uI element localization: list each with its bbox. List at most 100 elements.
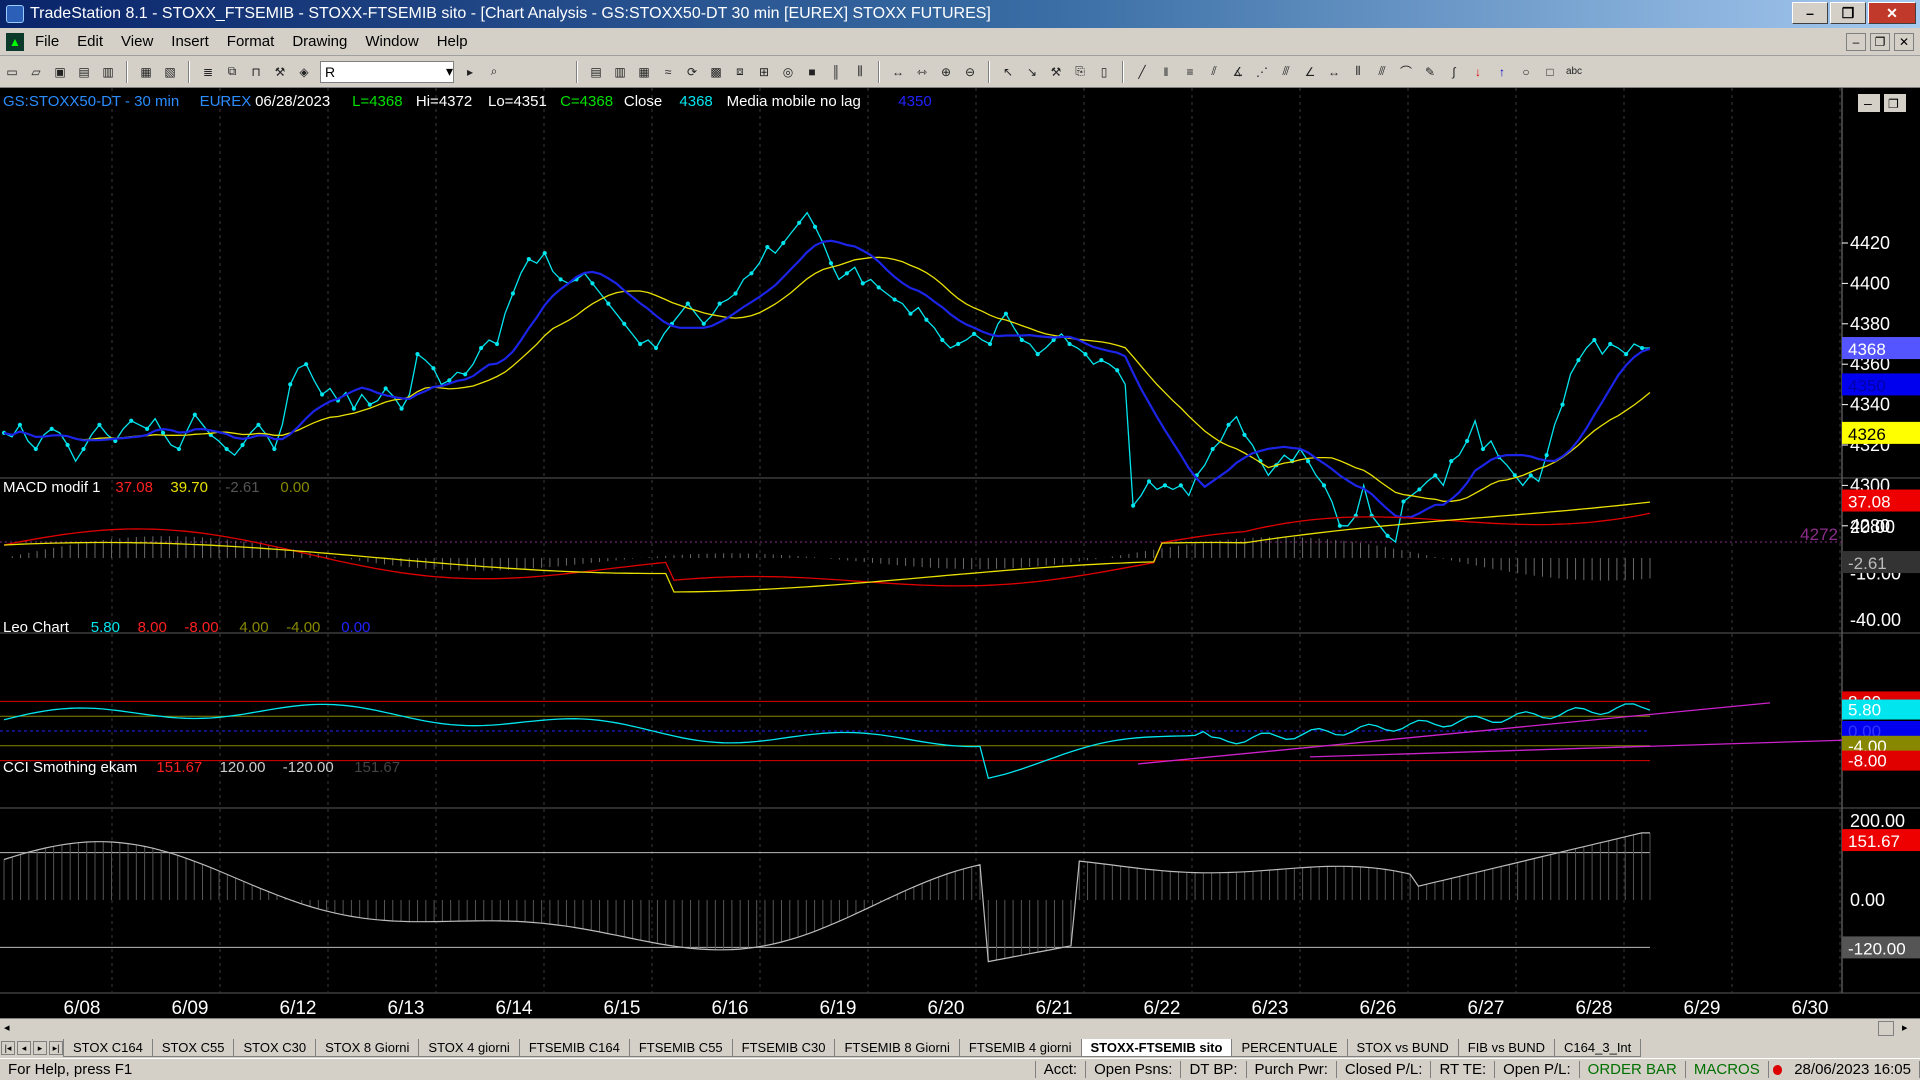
compress-icon[interactable]: ↔ bbox=[888, 62, 908, 82]
menu-file[interactable]: File bbox=[26, 33, 68, 50]
open-icon[interactable]: ▱ bbox=[26, 62, 46, 82]
tab-ftsemib-c55[interactable]: FTSEMIB C55 bbox=[628, 1039, 733, 1057]
arrow-both-icon[interactable]: ↔ bbox=[1324, 62, 1344, 82]
new-icon[interactable]: ▭ bbox=[2, 62, 22, 82]
restore-button[interactable]: ❐ bbox=[1830, 2, 1866, 24]
apps-icon[interactable]: ◈ bbox=[294, 62, 314, 82]
lock-icon[interactable]: ⊓ bbox=[246, 62, 266, 82]
horizontal-scrollbar[interactable]: ◂ ▸ bbox=[0, 1018, 1920, 1038]
zoom-out-icon[interactable]: ⊖ bbox=[960, 62, 980, 82]
chart-analysis-window[interactable]: GS:STOXX50-DT - 30 min EUREX 06/28/2023 L=4… bbox=[0, 88, 1920, 1018]
tab-ftsemib-c164[interactable]: FTSEMIB C164 bbox=[518, 1039, 630, 1057]
scroll-thumb[interactable] bbox=[1878, 1021, 1894, 1036]
mdi-close-icon[interactable]: ✕ bbox=[1894, 32, 1914, 51]
tab-ftsemib-4-giorni[interactable]: FTSEMIB 4 giorni bbox=[958, 1039, 1082, 1057]
chart-style-icon[interactable]: ▥ bbox=[610, 62, 630, 82]
rectangle-icon[interactable]: □ bbox=[1540, 62, 1560, 82]
tab-stox-8-giorni[interactable]: STOX 8 Giorni bbox=[315, 1039, 420, 1057]
save-icon[interactable]: ▦ bbox=[136, 62, 156, 82]
open-workspace-icon[interactable]: ▣ bbox=[50, 62, 70, 82]
tab-stox-c164[interactable]: STOX C164 bbox=[63, 1039, 153, 1057]
play-icon[interactable]: ▸ bbox=[460, 62, 480, 82]
pointer-icon[interactable]: ↖ bbox=[998, 62, 1018, 82]
strategy-icon[interactable]: ⎘ bbox=[1070, 62, 1090, 82]
arrow-down-icon[interactable]: ↓ bbox=[1468, 62, 1488, 82]
fan-icon[interactable]: ⋰ bbox=[1252, 62, 1272, 82]
gann-icon[interactable]: ∠ bbox=[1300, 62, 1320, 82]
tab-next-icon[interactable]: ▸ bbox=[33, 1041, 47, 1055]
ellipse-icon[interactable]: ○ bbox=[1516, 62, 1536, 82]
pencil-icon[interactable]: ✎ bbox=[1420, 62, 1440, 82]
tab-ftsemib-c30[interactable]: FTSEMIB C30 bbox=[731, 1039, 836, 1057]
cycle-icon[interactable]: ⟳ bbox=[682, 62, 702, 82]
mark-icon[interactable]: ▯ bbox=[1094, 62, 1114, 82]
fib-icon[interactable]: ⫻ bbox=[1276, 62, 1296, 82]
print-icon[interactable]: ▧ bbox=[160, 62, 180, 82]
mdi-restore-icon[interactable]: ❐ bbox=[1870, 32, 1890, 51]
tab-c164-3-int[interactable]: C164_3_Int bbox=[1554, 1039, 1642, 1057]
copy-icon[interactable]: ▤ bbox=[74, 62, 94, 82]
chart-canvas[interactable]: GS:STOXX50-DT - 30 min EUREX 06/28/2023 L=4… bbox=[0, 88, 1920, 1018]
expand-icon[interactable]: ⇿ bbox=[912, 62, 932, 82]
bars-icon[interactable]: ║ bbox=[826, 62, 846, 82]
order-bar-button[interactable]: ORDER BAR bbox=[1580, 1061, 1686, 1078]
matrix-icon[interactable]: ■ bbox=[802, 62, 822, 82]
pointer-data-icon[interactable]: ↘ bbox=[1022, 62, 1042, 82]
tool-icon[interactable]: ⚒ bbox=[270, 62, 290, 82]
cycle-lines-icon[interactable]: ⦀ bbox=[1348, 62, 1368, 82]
price-dot bbox=[638, 341, 643, 347]
price-header-field: Lo=4351 bbox=[488, 93, 547, 110]
grid-icon[interactable]: ▩ bbox=[706, 62, 726, 82]
chart-doc-icon[interactable]: ▲ bbox=[6, 32, 24, 51]
bars2-icon[interactable]: ⫼ bbox=[850, 62, 870, 82]
scroll-left-icon[interactable]: ◂ bbox=[4, 1021, 10, 1034]
speed-line-icon[interactable]: ∡ bbox=[1228, 62, 1248, 82]
mdi-minimize-icon[interactable]: – bbox=[1846, 32, 1866, 51]
macros-button[interactable]: MACROS bbox=[1686, 1061, 1769, 1078]
wave-icon[interactable]: ≈ bbox=[658, 62, 678, 82]
tab-stox-c55[interactable]: STOX C55 bbox=[151, 1039, 235, 1057]
channel-icon[interactable]: ⫽ bbox=[1204, 62, 1224, 82]
tab-first-icon[interactable]: |◂ bbox=[1, 1041, 15, 1055]
tab-stoxx-ftsemib-sito[interactable]: STOXX-FTSEMIB sito bbox=[1080, 1039, 1233, 1057]
curve-icon[interactable]: ∫ bbox=[1444, 62, 1464, 82]
find-icon[interactable]: ⌕ bbox=[484, 62, 504, 82]
format-icon[interactable]: ≣ bbox=[198, 62, 218, 82]
vertical-line-icon[interactable]: ‖ bbox=[1156, 62, 1176, 82]
minimize-button[interactable]: – bbox=[1792, 2, 1828, 24]
symbol-input[interactable]: R ▾ bbox=[320, 60, 454, 83]
table-icon[interactable]: ▦ bbox=[634, 62, 654, 82]
menu-edit[interactable]: Edit bbox=[68, 33, 112, 50]
zoom-in-icon[interactable]: ⊕ bbox=[936, 62, 956, 82]
scanner-icon[interactable]: ⊞ bbox=[754, 62, 774, 82]
tab-prev-icon[interactable]: ◂ bbox=[17, 1041, 31, 1055]
menu-drawing[interactable]: Drawing bbox=[283, 33, 356, 50]
chevron-down-icon[interactable]: ▾ bbox=[446, 63, 453, 80]
arrow-up-icon[interactable]: ↑ bbox=[1492, 62, 1512, 82]
menu-format[interactable]: Format bbox=[218, 33, 284, 50]
close-button[interactable]: ✕ bbox=[1868, 2, 1916, 24]
window-icon[interactable]: ⧉ bbox=[222, 62, 242, 82]
wrench-icon[interactable]: ⚒ bbox=[1046, 62, 1066, 82]
text-icon[interactable]: abc bbox=[1564, 62, 1584, 82]
menu-help[interactable]: Help bbox=[428, 33, 477, 50]
arc-icon[interactable]: ⌒ bbox=[1396, 62, 1416, 82]
tab-stox-4-giorni[interactable]: STOX 4 giorni bbox=[418, 1039, 520, 1057]
andrews-icon[interactable]: ⫻ bbox=[1372, 62, 1392, 82]
chart-type-icon[interactable]: ▤ bbox=[586, 62, 606, 82]
horizontal-line-icon[interactable]: ≡ bbox=[1180, 62, 1200, 82]
tab-fib-vs-bund[interactable]: FIB vs BUND bbox=[1457, 1039, 1556, 1057]
trendline-icon[interactable]: ╱ bbox=[1132, 62, 1152, 82]
menu-view[interactable]: View bbox=[112, 33, 162, 50]
scroll-right-icon[interactable]: ▸ bbox=[1902, 1021, 1908, 1034]
radar-icon[interactable]: ◎ bbox=[778, 62, 798, 82]
folder-icon[interactable]: ▥ bbox=[98, 62, 118, 82]
menu-insert[interactable]: Insert bbox=[162, 33, 218, 50]
tab-stox-vs-bund[interactable]: STOX vs BUND bbox=[1346, 1039, 1459, 1057]
tab-last-icon[interactable]: ▸| bbox=[49, 1041, 63, 1055]
tab-ftsemib-8-giorni[interactable]: FTSEMIB 8 Giorni bbox=[834, 1039, 960, 1057]
tab-stox-c30[interactable]: STOX C30 bbox=[233, 1039, 317, 1057]
window-layout-icon[interactable]: ⧈ bbox=[730, 62, 750, 82]
tab-percentuale[interactable]: PERCENTUALE bbox=[1231, 1039, 1348, 1057]
menu-window[interactable]: Window bbox=[356, 33, 427, 50]
